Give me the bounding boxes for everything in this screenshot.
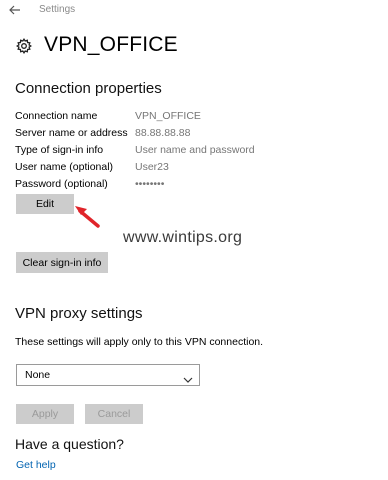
get-help-link[interactable]: Get help — [16, 459, 56, 471]
property-label: Type of sign-in info — [15, 144, 104, 156]
watermark: www.wintips.org — [123, 229, 243, 246]
property-label: Connection name — [15, 110, 98, 122]
property-label: User name (optional) — [15, 161, 114, 173]
vpn-proxy-settings-heading: VPN proxy settings — [15, 305, 143, 322]
property-row-sign-in-type: Type of sign-in info User name and passw… — [15, 144, 375, 160]
proxy-setup-dropdown[interactable]: None — [16, 364, 200, 386]
proxy-description: These settings will apply only to this V… — [15, 336, 264, 348]
property-label: Password (optional) — [15, 178, 108, 190]
property-value: 88.88.88.88 — [135, 127, 191, 139]
red-arrow-icon — [70, 197, 104, 231]
property-value: User23 — [135, 161, 169, 173]
property-row-connection-name: Connection name VPN_OFFICE — [15, 110, 375, 126]
app-title: Settings — [39, 4, 76, 15]
property-row-user-name: User name (optional) User23 — [15, 161, 375, 177]
help-heading: Have a question? — [15, 436, 124, 452]
gear-icon — [16, 38, 32, 54]
dropdown-selected-value: None — [25, 369, 51, 381]
property-label: Server name or address — [15, 127, 128, 139]
property-row-server-address: Server name or address 88.88.88.88 — [15, 127, 375, 143]
title-bar: Settings — [0, 0, 388, 20]
apply-button[interactable]: Apply — [16, 404, 74, 424]
connection-properties-heading: Connection properties — [15, 80, 162, 97]
clear-sign-in-info-button[interactable]: Clear sign-in info — [16, 252, 108, 273]
chevron-down-icon — [183, 371, 193, 383]
edit-button[interactable]: Edit — [16, 194, 74, 214]
property-row-password: Password (optional) •••••••• — [15, 178, 375, 194]
property-value: User name and password — [135, 144, 255, 156]
property-value: VPN_OFFICE — [135, 110, 201, 122]
back-arrow-icon[interactable] — [8, 3, 22, 17]
page-title: VPN_OFFICE — [44, 33, 178, 56]
property-value: •••••••• — [135, 178, 165, 190]
cancel-button[interactable]: Cancel — [85, 404, 143, 424]
